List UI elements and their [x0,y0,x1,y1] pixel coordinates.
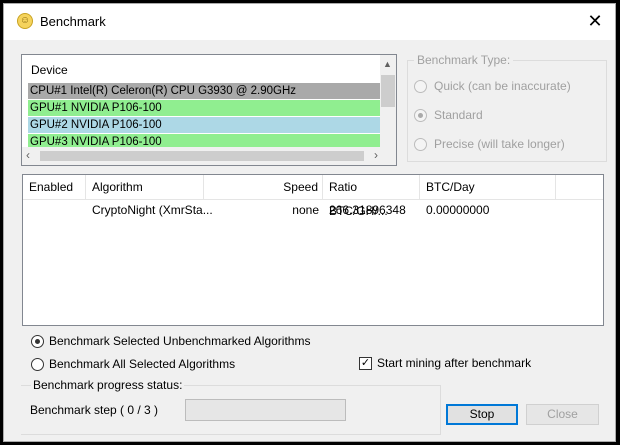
radio-standard[interactable] [414,109,427,122]
progress-bar [185,399,346,421]
stop-button[interactable]: Stop [446,404,518,425]
cell-speed: none [292,203,319,217]
radio-quick[interactable] [414,80,427,93]
cell-btc-day: 0.00000000 [426,203,490,217]
device-row-label: GPU#1 NVIDIA P106-100 [30,102,162,114]
column-ratio[interactable]: Ratio BTC/GH/... [323,175,420,218]
start-mining-checkbox[interactable]: ✓ [359,357,372,370]
benchmark-step-text: Benchmark step ( 0 / 3 ) [30,403,159,417]
device-column-header[interactable]: Device [31,63,68,77]
column-btc-day[interactable]: BTC/Day [420,175,556,199]
device-row-gpu1[interactable]: GPU#1 NVIDIA P106-100 [28,100,380,116]
benchmark-type-group: Benchmark Type: Quick (can be inaccurate… [407,53,607,162]
radio-all-selected-label: Benchmark All Selected Algorithms [49,357,236,371]
scroll-left-icon[interactable]: ‹ [26,148,30,162]
device-list[interactable]: Device CPU#1 Intel(R) Celeron(R) CPU G39… [21,54,397,166]
device-row-label: CPU#1 Intel(R) Celeron(R) CPU G3930 @ 2.… [30,85,297,97]
device-row-gpu2[interactable]: GPU#2 NVIDIA P106-100 [28,117,380,133]
benchmark-window: ☺ Benchmark ✕ Device CPU#1 Intel(R) Cele… [0,0,620,445]
device-row-label: GPU#2 NVIDIA P106-100 [30,119,162,131]
column-enabled[interactable]: Enabled [23,175,86,199]
smiley-icon: ☺ [17,13,33,29]
table-row[interactable]: CryptoNight (XmrSta... none 266.31896348… [23,200,603,220]
close-icon[interactable]: ✕ [583,10,607,32]
device-vertical-scrollbar[interactable]: ▲ [380,55,396,149]
radio-precise[interactable] [414,138,427,151]
radio-all-selected[interactable] [31,358,44,371]
title-bar: ☺ Benchmark ✕ [4,4,615,40]
column-speed[interactable]: Speed [204,175,323,199]
cell-algorithm: CryptoNight (XmrSta... [92,203,213,217]
radio-unbenchmarked[interactable] [31,335,44,348]
benchmark-type-legend: Benchmark Type: [414,53,514,67]
window-frame: ☺ Benchmark ✕ Device CPU#1 Intel(R) Cele… [3,3,616,442]
radio-selected-dot [418,113,423,118]
radio-selected-dot [35,339,40,344]
scroll-up-icon[interactable]: ▲ [383,59,392,69]
window-title: Benchmark [40,14,106,29]
algorithm-list[interactable]: Enabled Algorithm Speed Ratio BTC/GH/...… [22,174,604,326]
horizontal-scroll-thumb[interactable] [40,151,364,161]
close-button[interactable]: Close [526,404,599,425]
radio-standard-label: Standard [434,108,483,122]
device-row-cpu1[interactable]: CPU#1 Intel(R) Celeron(R) CPU G3930 @ 2.… [28,83,380,99]
radio-quick-label: Quick (can be inaccurate) [434,79,571,93]
cell-ratio: 266.31896348 [329,203,406,217]
scroll-right-icon[interactable]: › [374,148,378,162]
device-horizontal-scrollbar[interactable]: ‹ › [22,147,382,165]
vertical-scroll-thumb[interactable] [381,75,395,107]
radio-precise-label: Precise (will take longer) [434,137,565,151]
progress-legend: Benchmark progress status: [31,378,185,392]
radio-unbenchmarked-label: Benchmark Selected Unbenchmarked Algorit… [49,334,311,348]
column-algorithm[interactable]: Algorithm [86,175,204,199]
start-mining-label: Start mining after benchmark [377,356,532,370]
scroll-corner [380,147,396,165]
